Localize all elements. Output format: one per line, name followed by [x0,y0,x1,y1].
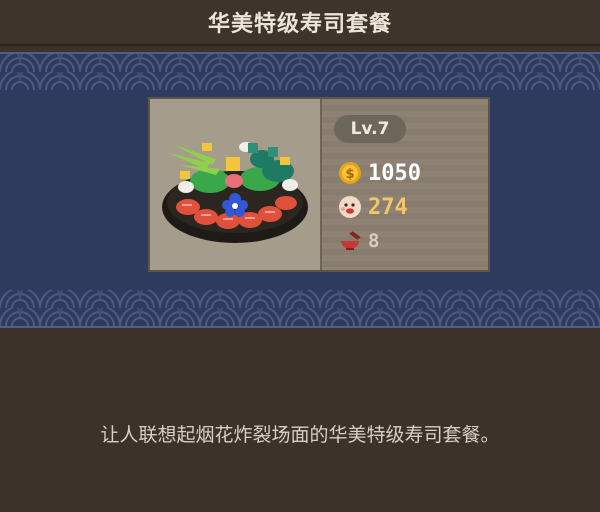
dish-card[interactable]: Lv.7 $ 1050 274 8 [148,97,490,272]
coin-icon: $ [339,162,361,184]
bowls-value: 8 [368,230,380,252]
dish-detail-panel: 华美特级寿司套餐 Lv.7 $ 1050 274 8 让人联想起烟花炸裂场面的华… [0,0,600,512]
rating-value: 274 [368,194,408,220]
level-label: Lv.7 [350,119,390,139]
svg-text:$: $ [345,167,354,182]
sushi-platter-icon [162,142,308,243]
dish-title: 华美特级寿司套餐 [207,12,392,37]
wave-pattern-bottom [0,290,600,326]
rating-row: 274 [338,193,408,221]
level-badge: Lv.7 [334,115,406,143]
dish-description: 让人联想起烟花炸裂场面的华美特级寿司套餐。 [100,424,500,446]
dish-image-frame [150,99,322,270]
coins-value: 1050 [368,160,421,186]
coins-row: $ 1050 [338,159,421,187]
title-bar: 华美特级寿司套餐 [0,0,600,46]
taste-face-icon [339,196,361,218]
dish-stats: Lv.7 $ 1050 274 8 [322,99,488,270]
rice-bowl-icon [341,231,361,250]
bowls-row: 8 [338,227,379,255]
wave-pattern-top [0,54,600,90]
